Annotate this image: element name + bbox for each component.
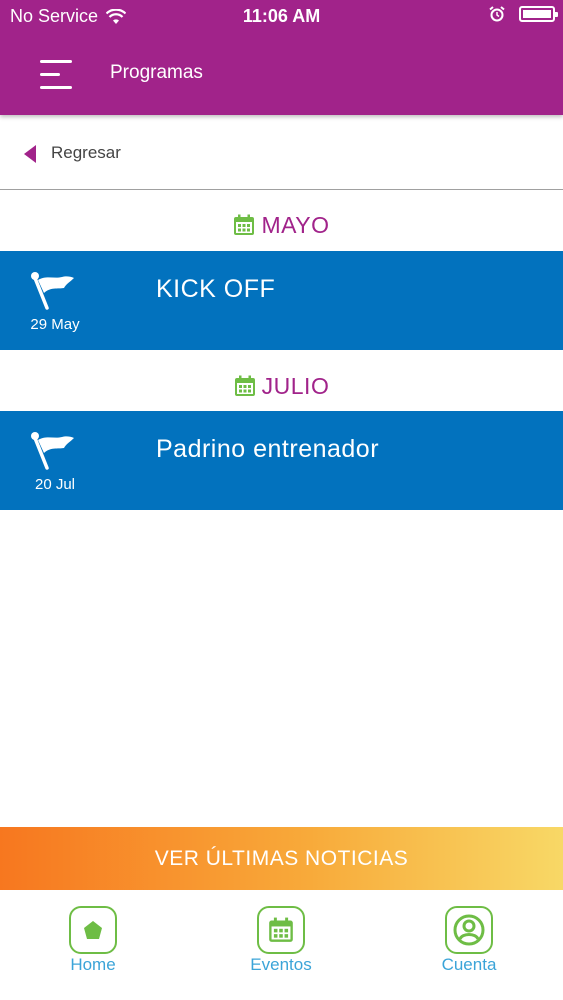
tab-eventos[interactable]: Eventos [236,906,326,986]
event-date: 20 Jul [34,476,76,493]
event-row-kick-off[interactable]: 29 May KICK OFF [0,251,563,350]
calendar-icon [234,214,255,235]
tab-home[interactable]: Home [48,906,138,986]
flag-icon [31,272,74,310]
event-title: Padrino entrenador [156,435,380,463]
back-button[interactable]: Regresar [0,115,563,190]
event-date: 29 May [30,316,80,333]
account-icon [453,914,485,946]
app-header: No Service 11:06 AM Programas [0,0,563,115]
latest-news-button[interactable]: VER ÚLTIMAS NOTICIAS [0,827,563,890]
back-label: Regresar [51,143,121,162]
tab-cuenta[interactable]: Cuenta [424,906,514,986]
hamburger-menu-icon[interactable] [40,58,74,90]
tab-icon-box [257,906,305,954]
tab-icon-box [69,906,117,954]
status-bar: No Service 11:06 AM [0,0,563,32]
alarm-icon [489,6,505,22]
month-header-mayo: MAYO [0,208,563,242]
latest-news-label: VER ÚLTIMAS NOTICIAS [154,846,409,870]
battery-icon [519,6,558,22]
flag-icon [31,432,74,470]
calendar-icon [269,917,293,942]
nav-bar: Programas [0,32,563,115]
calendar-icon [234,375,255,396]
month-label: MAYO [261,211,330,238]
tab-label: Home [70,955,116,974]
tab-label: Eventos [250,955,312,974]
tab-label: Cuenta [441,955,497,974]
bottom-tab-bar: Home Eventos Cuenta [0,890,563,1000]
status-right [489,6,558,22]
back-arrow-icon [24,145,36,163]
month-label: JULIO [261,372,330,399]
event-title: KICK OFF [156,275,276,303]
status-time: 11:06 AM [242,6,321,26]
home-icon [84,921,102,939]
event-row-padrino-entrenador[interactable]: 20 Jul Padrino entrenador [0,411,563,510]
tab-icon-box [445,906,493,954]
month-header-julio: JULIO [0,369,563,403]
page-title: Programas [110,62,203,83]
